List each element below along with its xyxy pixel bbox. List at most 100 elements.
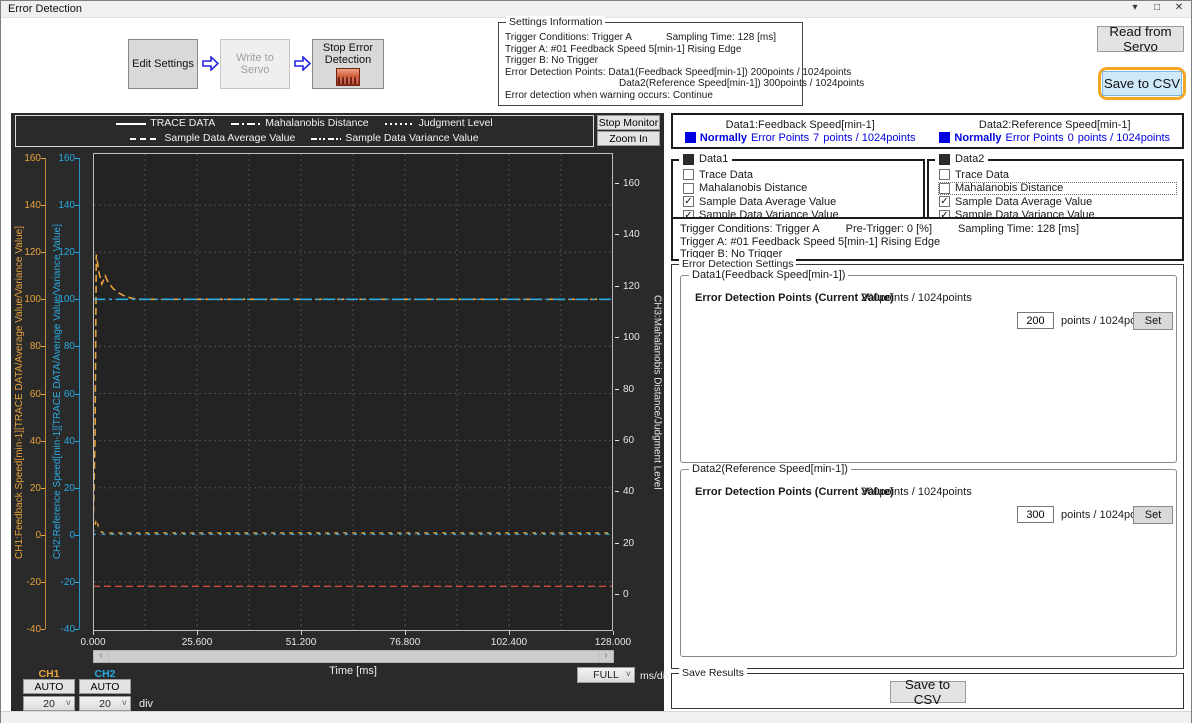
- x-axis-ticks: 0.00025.60051.20076.800102.400128.000: [93, 635, 613, 647]
- checkbox-row: Trace Data: [939, 169, 1176, 180]
- ch1-scale-dropdown[interactable]: 20˅: [23, 696, 75, 711]
- legend-item: Sample Data Variance Value: [311, 131, 478, 146]
- plot-area[interactable]: [93, 153, 613, 631]
- legend-label: TRACE DATA: [150, 116, 215, 131]
- axis-tick-label: 80: [11, 341, 41, 352]
- ch2-auto-button[interactable]: AUTO: [79, 679, 131, 694]
- checkbox-label: Sample Data Average Value: [699, 196, 836, 208]
- legend-line-sample: [130, 138, 160, 140]
- chart-legend: TRACE DATA Mahalanobis Distance Judgment L…: [15, 115, 594, 147]
- trigger-b-text: Trigger B: No Trigger: [505, 55, 802, 67]
- axis-tick-label: 51.200: [286, 637, 317, 648]
- error-detection-settings-group: Error Detection Settings Data1(Feedback …: [671, 264, 1184, 669]
- legend-item: Judgment Level: [385, 116, 493, 131]
- data2-title: Data2:Reference Speed[min-1]: [979, 119, 1131, 131]
- data1-group-checkbox[interactable]: [683, 154, 694, 165]
- msdiv-label: ms/div: [640, 670, 670, 682]
- data2-group-checkbox[interactable]: [939, 154, 950, 165]
- checkbox-row: Mahalanobis Distance: [683, 183, 917, 194]
- checkbox[interactable]: [939, 169, 950, 180]
- close-icon[interactable]: ✕: [1173, 2, 1185, 13]
- axis-tick-label: 140: [45, 200, 75, 211]
- pin-icon[interactable]: ▾: [1129, 2, 1141, 13]
- ch2-axis-line: [79, 158, 80, 629]
- error-detection-window: Error Detection ▾ □ ✕ Edit Settings Writ…: [0, 0, 1192, 723]
- axis-tick-label: -20: [11, 577, 41, 588]
- checkbox-label: Trace Data: [955, 169, 1009, 181]
- checkbox-label: Mahalanobis Distance: [699, 182, 807, 194]
- trigger-a-text: Trigger A: #01 Feedback Speed 5[min-1] R…: [505, 44, 802, 56]
- settings-information-group: Settings Information Trigger Conditions:…: [498, 22, 803, 106]
- axis-tick-label: 25.600: [182, 637, 213, 648]
- ch2-scale-dropdown[interactable]: 20˅: [79, 696, 131, 711]
- scroll-left-icon[interactable]: ‹: [94, 651, 109, 662]
- legend-item: Sample Data Average Value: [130, 131, 295, 146]
- legend-row: Sample Data Average Value Sample Data Var…: [16, 131, 593, 146]
- timebase-dropdown[interactable]: FULL˅: [577, 667, 635, 683]
- data1-points-input[interactable]: [1017, 312, 1054, 329]
- edit-settings-button[interactable]: Edit Settings: [128, 39, 198, 89]
- ch1-auto-button[interactable]: AUTO: [23, 679, 75, 694]
- axis-tick-label: 20: [11, 483, 41, 494]
- data1-status: Normally Error Points 7 points / 1024poi…: [685, 132, 916, 144]
- checkbox-label: Trace Data: [699, 169, 753, 181]
- axis-tick-label: 0: [623, 589, 653, 600]
- axis-tick-label: 0.000: [80, 637, 105, 648]
- checkbox[interactable]: ✓: [939, 196, 950, 207]
- data2-set-button[interactable]: Set: [1133, 506, 1173, 524]
- axis-tick-label: 120: [623, 281, 653, 292]
- window-title: Error Detection: [8, 3, 82, 15]
- ch1-axis-ticks: 160140120100806040200-20-40: [23, 113, 45, 711]
- axis-tick-label: 60: [11, 389, 41, 400]
- maximize-icon[interactable]: □: [1151, 2, 1163, 13]
- read-from-servo-button[interactable]: Read from Servo: [1097, 26, 1184, 52]
- data1-title: Data1:Feedback Speed[min-1]: [726, 119, 875, 131]
- write-to-servo-button[interactable]: Write to Servo: [220, 39, 290, 89]
- axis-tick-label: 140: [11, 200, 41, 211]
- checkbox[interactable]: [683, 169, 694, 180]
- axis-tick-label: -40: [11, 624, 41, 635]
- checkbox[interactable]: ✓: [683, 196, 694, 207]
- sampling-time-text: Sampling Time: 128 [ms]: [958, 223, 1079, 236]
- save-to-csv-button-top[interactable]: Save to CSV: [1102, 71, 1182, 96]
- save-to-csv-button[interactable]: Save to CSV: [890, 681, 966, 703]
- error-detection-points-text2: Data2(Reference Speed[min-1]) 300points …: [619, 78, 802, 90]
- pre-trigger-text: Pre-Trigger: 0 [%]: [846, 223, 932, 236]
- window-bottom-strip: [1, 711, 1191, 723]
- data1-group-label: Data1: [699, 153, 728, 165]
- trigger-a-text: Trigger A: #01 Feedback Speed 5[min-1] R…: [680, 236, 1182, 249]
- horizontal-scrollbar[interactable]: ‹ ›: [93, 650, 614, 663]
- legend-row: TRACE DATA Mahalanobis Distance Judgment L…: [16, 116, 593, 131]
- time-axis-label: Time [ms]: [93, 665, 613, 677]
- axis-tick-mark: [301, 631, 302, 635]
- axis-tick-mark: [93, 631, 94, 635]
- legend-label: Mahalanobis Distance: [265, 116, 368, 131]
- data2-checkbox-list: Trace DataMahalanobis Distance✓Sample Da…: [929, 169, 1182, 221]
- points-current-value: 200points / 1024points: [861, 292, 972, 304]
- axis-tick-label: 0: [11, 530, 41, 541]
- checkbox[interactable]: [683, 183, 694, 194]
- axis-tick-label: 160: [623, 178, 653, 189]
- axis-tick-label: 60: [45, 389, 75, 400]
- status-header: Data1:Feedback Speed[min-1] Normally Err…: [671, 113, 1184, 149]
- axis-tick-mark: [613, 631, 614, 635]
- axis-tick-label: 128.000: [595, 637, 631, 648]
- checkbox[interactable]: [939, 183, 950, 194]
- axis-tick-label: 100: [11, 294, 41, 305]
- trigger-conditions-text: Trigger Conditions: Trigger A: [680, 223, 820, 236]
- data1-set-button[interactable]: Set: [1133, 312, 1173, 330]
- data2-points-input[interactable]: [1017, 506, 1054, 523]
- axis-tick-mark: [615, 389, 619, 390]
- ch1-sample-data-variance: [93, 520, 613, 534]
- axis-tick-label: 80: [45, 341, 75, 352]
- data2-settings-title: Data2(Reference Speed[min-1]): [689, 463, 851, 475]
- data1-settings-title: Data1(Feedback Speed[min-1]): [689, 269, 848, 281]
- axis-tick-label: 102.400: [491, 637, 527, 648]
- axis-tick-label: 40: [11, 436, 41, 447]
- data2-display-group: Data2 Trace DataMahalanobis Distance✓Sam…: [927, 159, 1184, 221]
- scroll-right-icon[interactable]: ›: [598, 651, 613, 662]
- data1-display-group: Data1 Trace DataMahalanobis Distance✓Sam…: [671, 159, 925, 221]
- div-label: div: [139, 698, 153, 710]
- legend-item: TRACE DATA: [116, 116, 215, 131]
- stop-error-detection-button[interactable]: Stop Error Detection: [312, 39, 384, 89]
